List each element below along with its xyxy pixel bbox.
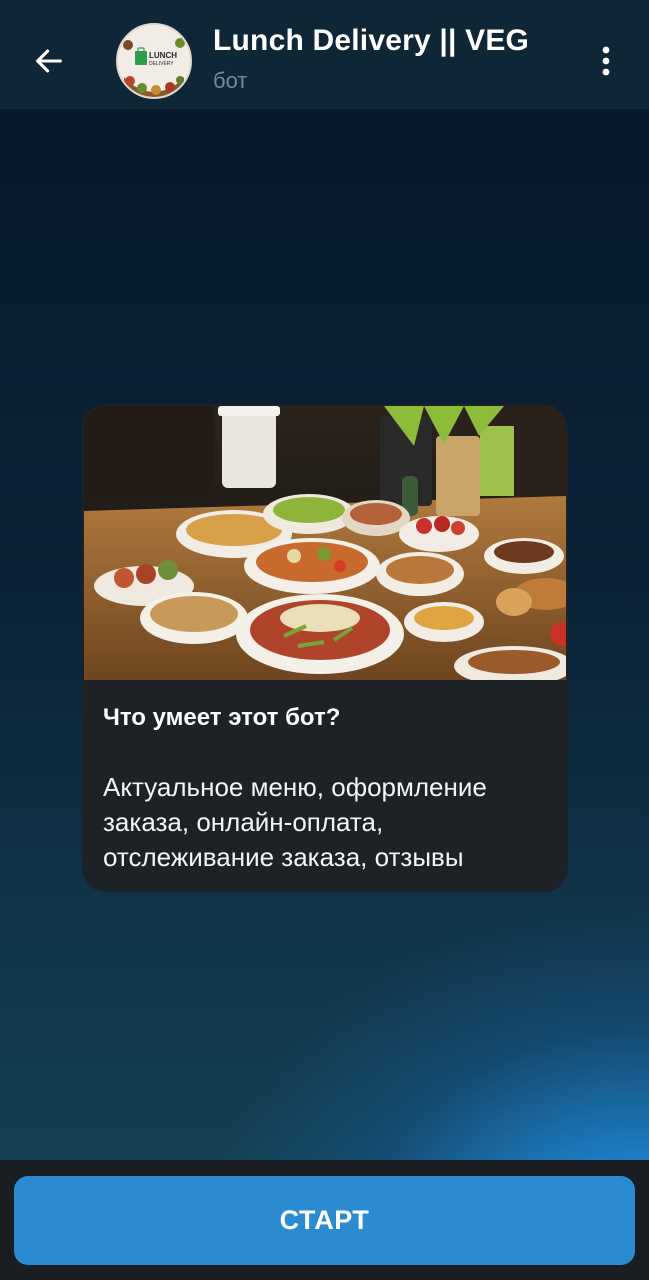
more-options-button[interactable] (586, 38, 626, 84)
chat-subtitle: бот (213, 68, 248, 93)
food-spread-image (84, 406, 566, 680)
start-button[interactable]: СТАРТ (14, 1176, 635, 1265)
lunch-delivery-logo: LUNCH DELIVERY (118, 25, 190, 97)
svg-text:LUNCH: LUNCH (149, 51, 177, 60)
arrow-left-icon (36, 49, 62, 73)
bot-info-card: Что умеет этот бот? Актуальное меню, офо… (82, 404, 568, 892)
card-heading: Что умеет этот бот? (103, 704, 341, 731)
bottom-bar: СТАРТ (0, 1160, 649, 1280)
svg-text:DELIVERY: DELIVERY (149, 61, 174, 67)
chat-header: LUNCH DELIVERY Lunch Delivery || VEG бот (0, 0, 649, 110)
chat-title[interactable]: Lunch Delivery || VEG (213, 24, 529, 58)
card-description: Актуальное меню, оформление заказа, онла… (103, 772, 487, 872)
back-button[interactable] (26, 38, 72, 84)
food-table-illustration (84, 406, 566, 680)
start-button-label: СТАРТ (279, 1205, 370, 1235)
more-vertical-icon (602, 46, 610, 76)
bot-avatar[interactable]: LUNCH DELIVERY (116, 23, 192, 99)
